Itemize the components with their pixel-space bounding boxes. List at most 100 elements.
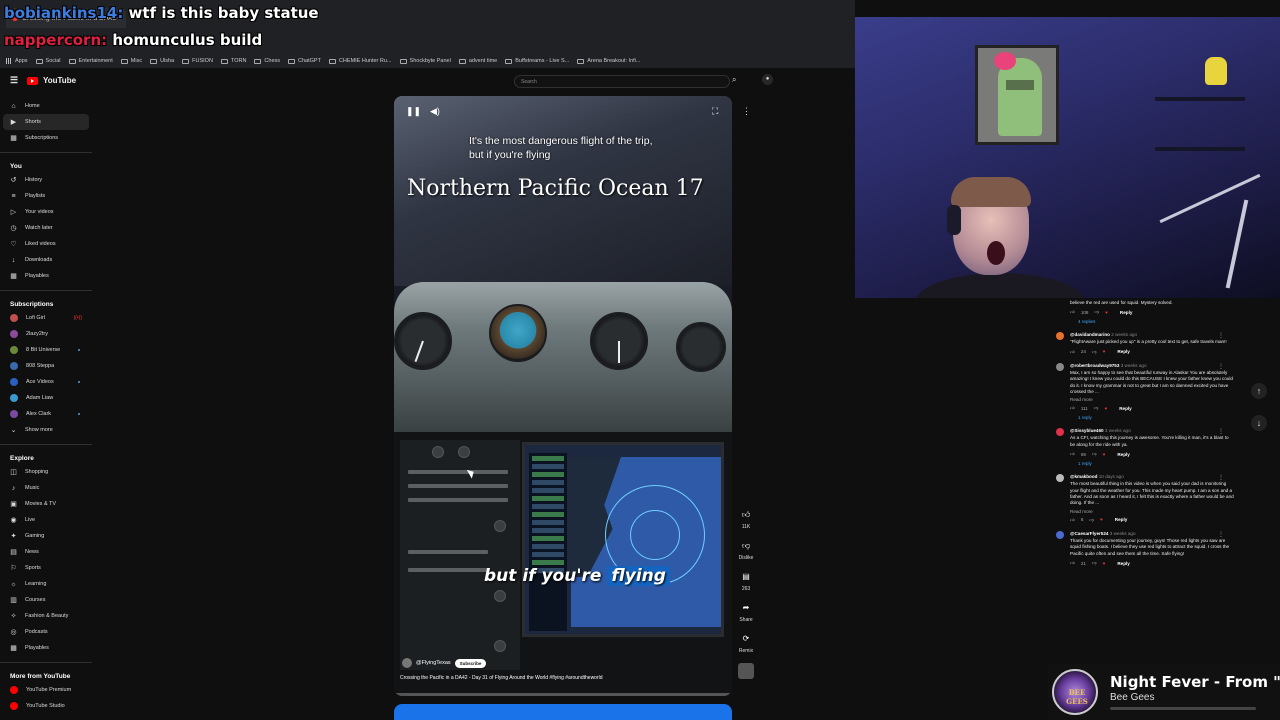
- sidebar-item-playables[interactable]: ▦ Playables: [0, 268, 92, 284]
- youtube-logo-icon[interactable]: [27, 76, 38, 85]
- view-replies-button[interactable]: 4 replies: [1070, 319, 1234, 324]
- subscription-item[interactable]: Alex Clark: [0, 406, 92, 422]
- sidebar-item-live[interactable]: ◉ Live: [0, 512, 92, 528]
- like-button[interactable]: 👍︎ 11K: [736, 508, 756, 530]
- section-header-you[interactable]: You: [0, 157, 92, 172]
- sidebar-item-gaming[interactable]: ✦ Gaming: [0, 528, 92, 544]
- short-video-player[interactable]: It's the most dangerous flight of the tr…: [394, 96, 732, 696]
- view-replies-button[interactable]: 1 reply: [1070, 415, 1234, 420]
- show-more-button[interactable]: ⌄ Show more: [0, 422, 92, 438]
- section-header-subscriptions[interactable]: Subscriptions: [0, 295, 92, 310]
- comment-more-icon[interactable]: ⋮: [1218, 363, 1224, 370]
- next-short-preview[interactable]: [394, 704, 732, 720]
- remix-button[interactable]: ⟳ Remix: [736, 632, 756, 654]
- comment-username[interactable]: @davidandmarino: [1070, 332, 1110, 337]
- comment-dislike-icon[interactable]: 👎︎: [1092, 349, 1097, 355]
- commenter-avatar[interactable]: [1056, 428, 1064, 437]
- subscription-item[interactable]: 2lazy2try: [0, 326, 92, 342]
- comments-button[interactable]: ▤ 263: [736, 570, 756, 592]
- sidebar-item-learning[interactable]: ☼ Learning: [0, 576, 92, 592]
- menu-icon[interactable]: ☰: [10, 75, 22, 86]
- comment-like-icon[interactable]: 👍︎: [1070, 309, 1075, 315]
- sidebar-item-history[interactable]: ↺ History: [0, 172, 92, 188]
- bookmark-item[interactable]: Misc: [120, 58, 142, 64]
- sidebar-item-your-videos[interactable]: ▷ Your videos: [0, 204, 92, 220]
- sidebar-item-movies-tv[interactable]: ▣ Movies & TV: [0, 496, 92, 512]
- comment-username[interactable]: @CaesarFlyer524: [1070, 531, 1108, 536]
- bookmark-item[interactable]: FUSION: [182, 58, 213, 64]
- comment-dislike-icon[interactable]: 👎︎: [1089, 517, 1094, 523]
- share-button[interactable]: ➦ Share: [736, 601, 756, 623]
- search-input[interactable]: Search: [514, 75, 730, 88]
- video-title[interactable]: Crossing the Pacific in a DA42 - Day 31 …: [400, 674, 620, 682]
- sidebar-item-playables[interactable]: ▦ Playables: [0, 640, 92, 656]
- sidebar-item-playlists[interactable]: ≡ Playlists: [0, 188, 92, 204]
- dislike-button[interactable]: 👎︎ Dislike: [736, 539, 756, 561]
- pause-icon[interactable]: ❚❚: [406, 106, 421, 117]
- subscription-item[interactable]: Lofi Girl ((•)): [0, 310, 92, 326]
- bookmark-item[interactable]: TORN: [220, 58, 246, 64]
- comment-username[interactable]: @Sissyblue460: [1070, 428, 1104, 433]
- bookmark-item[interactable]: Shockbyte Panel: [399, 58, 451, 64]
- video-progress[interactable]: [394, 693, 732, 696]
- reply-button[interactable]: Reply: [1119, 406, 1132, 411]
- comment-like-icon[interactable]: 👍︎: [1070, 405, 1075, 411]
- sidebar-item-downloads[interactable]: ↓ Downloads: [0, 252, 92, 268]
- volume-icon[interactable]: ◀): [430, 106, 440, 117]
- reply-button[interactable]: Reply: [1115, 517, 1128, 522]
- bookmark-item[interactable]: advent time: [458, 58, 497, 64]
- bookmark-item[interactable]: Chess: [254, 58, 280, 64]
- bookmark-item[interactable]: CHEMIE Hunter Ru...: [328, 58, 392, 64]
- comment-dislike-icon[interactable]: 👎︎: [1094, 405, 1099, 411]
- subscription-item[interactable]: Ace Videos: [0, 374, 92, 390]
- subscription-item[interactable]: 8 Bit Universe: [0, 342, 92, 358]
- bookmark-item[interactable]: ChatGPT: [288, 58, 321, 64]
- youtube-logo-text[interactable]: YouTube: [43, 76, 76, 85]
- previous-short-arrow-icon[interactable]: ↑: [1251, 383, 1267, 399]
- comment-more-icon[interactable]: ⋮: [1218, 428, 1224, 435]
- comment-dislike-icon[interactable]: 👎︎: [1092, 451, 1097, 457]
- reply-button[interactable]: Reply: [1117, 349, 1130, 354]
- sidebar-item-watch-later[interactable]: ◷ Watch later: [0, 220, 92, 236]
- comment-username[interactable]: @kmakbood: [1070, 474, 1097, 479]
- audio-thumbnail[interactable]: [738, 663, 754, 679]
- subscription-item[interactable]: Adam Liaw: [0, 390, 92, 406]
- microphone-icon[interactable]: ●: [762, 74, 773, 85]
- subscription-item[interactable]: 808 Steppa: [0, 358, 92, 374]
- sidebar-item-courses[interactable]: ▥ Courses: [0, 592, 92, 608]
- comment-more-icon[interactable]: ⋮: [1218, 332, 1224, 339]
- sidebar-item-youtube-studio[interactable]: YouTube Studio: [0, 698, 92, 714]
- bookmark-item[interactable]: Entertainment: [68, 58, 113, 64]
- sidebar-item-shorts[interactable]: ▶ Shorts: [3, 114, 89, 130]
- sidebar-item-home[interactable]: ⌂ Home: [0, 98, 92, 114]
- comment-dislike-icon[interactable]: 👎︎: [1094, 309, 1099, 315]
- channel-avatar[interactable]: [402, 658, 412, 668]
- commenter-avatar[interactable]: [1056, 362, 1064, 371]
- channel-name[interactable]: @FlyingTexas: [416, 660, 451, 666]
- bookmark-item[interactable]: Arena Breakout: Infi...: [577, 58, 640, 64]
- view-replies-button[interactable]: 1 reply: [1070, 461, 1234, 466]
- subscribe-button[interactable]: Subscribe: [454, 658, 487, 668]
- sidebar-item-youtube-premium[interactable]: YouTube Premium: [0, 682, 92, 698]
- bookmark-item[interactable]: Ulsha: [150, 58, 174, 64]
- read-more-link[interactable]: Read more: [1070, 397, 1234, 402]
- bookmark-item[interactable]: Apps: [6, 58, 28, 64]
- commenter-avatar[interactable]: [1056, 530, 1064, 539]
- read-more-link[interactable]: Read more: [1070, 509, 1234, 514]
- commenter-avatar[interactable]: [1056, 332, 1064, 341]
- sidebar-item-liked-videos[interactable]: ♡ Liked videos: [0, 236, 92, 252]
- more-options-icon[interactable]: ⋮: [742, 106, 751, 117]
- search-icon[interactable]: ⌕: [732, 75, 736, 85]
- sidebar-item-shopping[interactable]: ◫ Shopping: [0, 464, 92, 480]
- comment-more-icon[interactable]: ⋮: [1218, 531, 1224, 538]
- comment-username[interactable]: @robertbroadway9753: [1070, 363, 1119, 368]
- reply-button[interactable]: Reply: [1117, 561, 1130, 566]
- sidebar-item-sports[interactable]: ⚐ Sports: [0, 560, 92, 576]
- comment-like-icon[interactable]: 👍︎: [1070, 560, 1075, 566]
- reply-button[interactable]: Reply: [1117, 452, 1130, 457]
- sidebar-item-fashion-beauty[interactable]: ✧ Fashion & Beauty: [0, 608, 92, 624]
- comment-like-icon[interactable]: 👍︎: [1070, 349, 1075, 355]
- sidebar-item-news[interactable]: ▤ News: [0, 544, 92, 560]
- comment-more-icon[interactable]: ⋮: [1218, 474, 1224, 481]
- sidebar-item-music[interactable]: ♪ Music: [0, 480, 92, 496]
